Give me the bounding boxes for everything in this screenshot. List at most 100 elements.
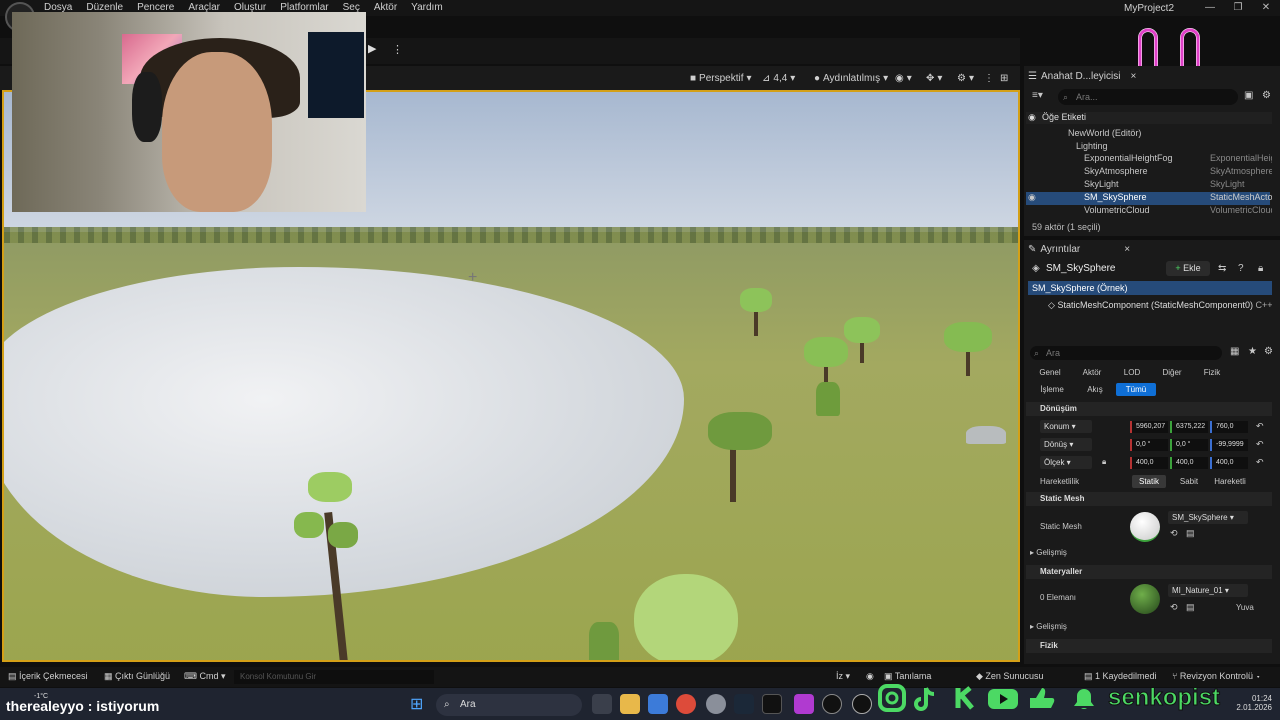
obs-icon[interactable] [706,694,726,714]
outliner-row[interactable]: VolumetricCloud VolumetricCloud [1026,205,1272,218]
outliner-row[interactable]: SkyAtmosphere SkyAtmosphere [1026,166,1272,179]
store-icon[interactable] [648,694,668,714]
add-folder-icon[interactable]: ▣ [1244,90,1253,101]
physics-section-header[interactable]: Fizik [1026,639,1272,653]
windows-start-icon[interactable]: ⊞ [410,694,423,714]
folder-icon[interactable]: ▤ [1186,602,1195,613]
diagnostics-button[interactable]: ▣ Tanılama [884,671,931,682]
app-icon[interactable] [794,694,814,714]
location-y-field[interactable]: 6375,222 [1170,421,1208,433]
layout-button[interactable]: ⊞ [1000,70,1008,86]
file-explorer-icon[interactable] [620,694,640,714]
mobility-stationary[interactable]: Sabit [1172,475,1206,488]
advanced-expander[interactable]: ▸ Gelişmiş [1030,548,1067,557]
browse-icon[interactable]: ⟲ [1170,528,1178,539]
material-dropdown[interactable]: MI_Nature_01 ▾ [1168,584,1248,597]
close-icon[interactable]: ✕ [1256,0,1276,16]
browse-icon[interactable]: ⟲ [1170,602,1178,613]
epic-games-icon[interactable] [762,694,782,714]
taskbar-search[interactable]: ⌕ Ara [436,694,582,716]
trace-button[interactable]: İz ▾ [836,671,850,682]
settings-button[interactable]: ⚙ ▾ [957,70,974,86]
settings-icon[interactable]: ⚙ [1262,90,1271,101]
filter-general[interactable]: Genel [1034,366,1066,379]
close-icon[interactable]: × [1124,244,1130,255]
table-view-icon[interactable]: ▦ [1230,346,1239,357]
scale-dropdown[interactable]: Ölçek ▾ [1040,456,1092,469]
visibility-icon[interactable]: ◉ [1028,192,1036,203]
details-search-input[interactable]: ⌕ Ara [1030,346,1222,360]
instance-row[interactable]: SM_SkySphere (Örnek) [1028,281,1272,295]
actor-name-field[interactable]: SM_SkySphere [1046,263,1115,274]
transform-section-header[interactable]: Dönüşüm [1026,402,1272,416]
settings-icon[interactable]: ⚙ [1264,346,1273,357]
material-thumbnail[interactable] [1130,584,1160,614]
scale-y-field[interactable]: 400,0 [1170,457,1208,469]
menu-actor[interactable]: Aktör [374,2,397,13]
filter-icon[interactable]: ≡▾ [1032,90,1043,101]
chrome-icon[interactable] [676,694,696,714]
add-component-button[interactable]: + Ekle [1166,261,1210,276]
static-mesh-dropdown[interactable]: SM_SkySphere ▾ [1168,511,1248,524]
mobility-static[interactable]: Statik [1132,475,1166,488]
mesh-thumbnail[interactable] [1130,512,1160,542]
component-row[interactable]: ◇ StaticMeshComponent (StaticMeshCompone… [1028,298,1272,312]
reset-icon[interactable]: ↶ [1256,457,1264,468]
filter-all[interactable]: Tümü [1116,383,1156,396]
filter-rendering[interactable]: İşleme [1034,383,1070,396]
advanced-expander[interactable]: ▸ Gelişmiş [1030,622,1067,631]
filter-misc[interactable]: Diğer [1156,366,1188,379]
outliner-search-input[interactable]: ⌕ Ara... [1058,89,1238,105]
filter-streaming[interactable]: Akış [1080,383,1110,396]
tab-outliner[interactable]: ☰ Anahat D...leyicisi × [1028,67,1136,85]
scale-x-field[interactable]: 400,0 [1130,457,1168,469]
record-icon[interactable]: ◉ [866,671,874,682]
filter-lod[interactable]: LOD [1118,366,1146,379]
location-x-field[interactable]: 5960,207 [1130,421,1168,433]
location-z-field[interactable]: 760,0 [1210,421,1248,433]
location-dropdown[interactable]: Konum ▾ [1040,420,1092,433]
lighting-mode-button[interactable]: ● Aydınlatılmış ▾ [814,70,888,86]
steam-icon[interactable] [734,694,754,714]
more-options-icon[interactable]: ⋮ [392,43,403,56]
zen-server-button[interactable]: ◆ Zen Sunucusu [976,671,1043,682]
help-icon[interactable]: ? [1238,263,1244,274]
outliner-row[interactable]: NewWorld (Editör) [1026,128,1270,141]
close-icon[interactable]: × [1130,71,1136,82]
task-view-icon[interactable] [592,694,612,714]
maximize-icon[interactable]: ❐ [1228,0,1248,16]
console-input[interactable]: Konsol Komutunu Gir [234,670,434,684]
outliner-row-selected[interactable]: ◉ SM_SkySphere StaticMeshActo [1026,192,1272,205]
filter-actor[interactable]: Aktör [1076,366,1108,379]
output-log-button[interactable]: ▦ Çıktı Günlüğü [104,671,170,682]
minimize-icon[interactable]: — [1200,0,1220,16]
rotation-dropdown[interactable]: Dönüş ▾ [1040,438,1092,451]
outliner-row[interactable]: SkyLight SkyLight [1026,179,1270,192]
tab-details[interactable]: ✎ Ayrıntılar × [1028,240,1130,258]
taskbar-clock[interactable]: 01:24 2.01.2026 [1220,694,1272,712]
content-drawer-button[interactable]: ▤ İçerik Çekmecesi [8,671,88,682]
show-flags-button[interactable]: ◉ ▾ [895,70,912,86]
revision-control-button[interactable]: ⑂ Revizyon Kontrolü ▾ [1172,671,1261,681]
menu-help[interactable]: Yardım [411,2,443,13]
lock-icon[interactable]: 🔒︎ [1102,457,1106,467]
transform-tools-button[interactable]: ✥ ▾ [926,70,942,86]
blueprint-icon[interactable]: ⇆ [1218,263,1226,274]
reset-icon[interactable]: ↶ [1256,421,1264,432]
rotation-x-field[interactable]: 0,0 ° [1130,439,1168,451]
perspective-button[interactable]: ■ Perspektif ▾ [690,70,752,86]
filter-physics[interactable]: Fizik [1196,366,1228,379]
unsaved-button[interactable]: ▤ 1 Kaydedilmedi [1084,671,1157,682]
viewport-menu-button[interactable]: ⋮ [984,70,994,86]
play-icon[interactable]: ▶ [368,42,384,58]
outliner-row[interactable]: ExponentialHeightFog ExponentialHeig [1026,153,1272,166]
rotation-z-field[interactable]: -99,9999 [1210,439,1248,451]
cmd-dropdown[interactable]: ⌨ Cmd ▾ [184,671,226,682]
lock-icon[interactable]: 🔒︎ [1258,263,1263,274]
unreal-engine-icon[interactable] [822,694,842,714]
static-mesh-section-header[interactable]: Static Mesh [1026,492,1272,506]
mobility-movable[interactable]: Hareketli [1210,475,1250,488]
scale-z-field[interactable]: 400,0 [1210,457,1248,469]
fov-button[interactable]: ⊿ 4,4 ▾ [762,70,795,86]
star-icon[interactable]: ★ [1248,346,1257,357]
